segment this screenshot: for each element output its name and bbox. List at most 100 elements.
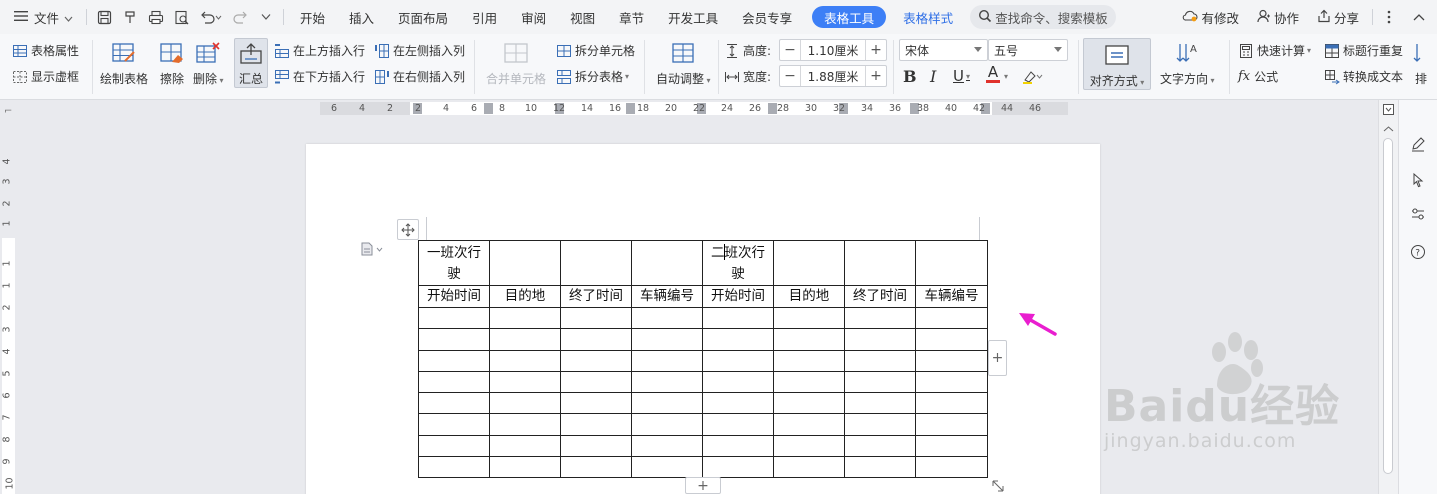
formula-button[interactable]: fx 公式 (1238, 68, 1278, 85)
table-cell[interactable] (418, 434, 490, 458)
repeat-header-button[interactable]: 标题行重复 (1324, 42, 1403, 59)
table-cell[interactable] (489, 456, 561, 479)
table-cell[interactable] (702, 306, 774, 330)
vertical-scrollbar[interactable] (1378, 100, 1398, 494)
table-cell[interactable] (773, 306, 845, 330)
more-options-icon[interactable] (1377, 0, 1401, 34)
table-cell[interactable] (631, 413, 703, 436)
chevron-up-icon[interactable] (1383, 122, 1394, 136)
italic-icon[interactable]: I (930, 67, 936, 86)
draw-table-button[interactable]: 绘制表格 (100, 40, 148, 87)
erase-button[interactable]: 擦除 (158, 40, 186, 87)
table-cell[interactable] (489, 328, 561, 351)
table-cell[interactable] (631, 240, 703, 286)
table-cell[interactable] (560, 456, 632, 479)
table-cell[interactable] (773, 413, 845, 436)
table-cell[interactable] (702, 349, 774, 372)
table-cell[interactable]: 目的地 (489, 285, 561, 308)
undo-icon[interactable] (196, 5, 226, 29)
highlight-icon[interactable] (1022, 68, 1044, 84)
table-cell[interactable] (702, 370, 774, 394)
table-cell[interactable] (418, 370, 490, 394)
vertical-ruler[interactable]: 4 3 2 1 1 1 2 3 4 5 6 7 8 9 10 (0, 120, 18, 494)
table-cell[interactable] (773, 349, 845, 372)
settings-sliders-icon[interactable] (1408, 204, 1428, 224)
table-cell[interactable]: 车辆编号 (915, 285, 988, 308)
table-cell[interactable] (418, 413, 490, 436)
tab-1[interactable]: 插入 (337, 0, 386, 34)
table-cell[interactable]: 终了时间 (560, 285, 632, 308)
column-marker[interactable] (484, 103, 493, 114)
text-direction-button[interactable]: A 文字方向 ▾ (1160, 40, 1215, 87)
table-cell[interactable] (915, 392, 988, 415)
column-marker[interactable] (626, 103, 635, 114)
decrease-width-button[interactable]: − (780, 66, 800, 86)
auto-fit-button[interactable]: 自动调整 ▾ (656, 40, 711, 87)
edit-pen-icon[interactable] (1408, 134, 1428, 154)
table-cell[interactable] (631, 349, 703, 372)
redo-icon[interactable] (228, 5, 252, 29)
insert-row-above-button[interactable]: 在上方插入行 (274, 42, 365, 59)
table-cell[interactable] (773, 240, 845, 286)
table-cell[interactable] (773, 328, 845, 351)
table-cell[interactable]: 一班次行驶 (418, 240, 490, 286)
table-cell[interactable] (844, 306, 916, 330)
bold-icon[interactable]: B (903, 67, 917, 86)
tab-8[interactable]: 会员专享 (730, 0, 804, 34)
table-cell[interactable] (489, 413, 561, 436)
share-button[interactable]: 分享 (1308, 0, 1368, 34)
table-cell[interactable]: 二班次行驶 (702, 240, 774, 286)
table-cell[interactable] (702, 456, 774, 479)
table-cell[interactable] (702, 434, 774, 458)
table-cell[interactable] (631, 328, 703, 351)
table-move-handle[interactable] (397, 219, 419, 240)
font-size-select[interactable]: 五号 (988, 39, 1068, 61)
insert-col-left-button[interactable]: 在左侧插入列 (374, 42, 465, 59)
table-cell[interactable] (844, 328, 916, 351)
table-cell[interactable] (844, 456, 916, 479)
table-cell[interactable] (560, 434, 632, 458)
table-cell[interactable] (915, 456, 988, 479)
chevron-down-icon[interactable]: ▾ (1004, 72, 1008, 81)
add-row-button[interactable]: + (685, 477, 721, 494)
table-cell[interactable] (489, 434, 561, 458)
align-button[interactable]: 对齐方式 ▾ (1083, 38, 1151, 90)
table-cell[interactable] (773, 370, 845, 394)
table-cell[interactable] (844, 349, 916, 372)
print-icon[interactable] (144, 5, 168, 29)
horizontal-ruler[interactable]: ⌐ 6 4 2 2 4 6 8 10 12 14 16 18 20 22 24 26 28 30 32 34 36 38 4… (0, 100, 1378, 120)
table-cell[interactable] (915, 370, 988, 394)
scrollbar-thumb[interactable] (1383, 138, 1393, 474)
tab-4[interactable]: 审阅 (509, 0, 558, 34)
tab-5[interactable]: 视图 (558, 0, 607, 34)
table-cell[interactable]: 车辆编号 (631, 285, 703, 308)
summary-button[interactable]: 汇总 (234, 38, 268, 88)
table-cell[interactable] (560, 392, 632, 415)
table-cell[interactable] (915, 306, 988, 330)
table-cell[interactable] (915, 240, 988, 286)
table-cell[interactable] (844, 434, 916, 458)
collab-button[interactable]: 协作 (1248, 0, 1308, 34)
table-cell[interactable] (844, 240, 916, 286)
document-icon[interactable] (360, 242, 384, 259)
table-cell[interactable] (560, 370, 632, 394)
table-cell[interactable] (915, 413, 988, 436)
tab-table-tools[interactable]: 表格工具 (812, 6, 887, 28)
cursor-select-icon[interactable] (1408, 170, 1428, 190)
table-cell[interactable] (489, 370, 561, 394)
table-cell[interactable] (489, 306, 561, 330)
format-painter-icon[interactable] (118, 5, 142, 29)
table-cell[interactable] (489, 240, 561, 286)
insert-row-below-button[interactable]: 在下方插入行 (274, 68, 365, 85)
table-cell[interactable] (418, 456, 490, 479)
ruler-toggle-icon[interactable] (1383, 104, 1394, 118)
table-cell[interactable] (773, 456, 845, 479)
table-cell[interactable] (418, 328, 490, 351)
convert-to-text-button[interactable]: 转换成文本 (1324, 68, 1403, 85)
help-icon[interactable]: ? (1408, 242, 1428, 262)
table-cell[interactable]: 开始时间 (418, 285, 490, 308)
underline-icon[interactable]: U ▾ (953, 67, 970, 85)
table-cell[interactable] (418, 392, 490, 415)
column-marker[interactable] (768, 103, 777, 114)
modified-status[interactable]: 有修改 (1173, 0, 1248, 34)
